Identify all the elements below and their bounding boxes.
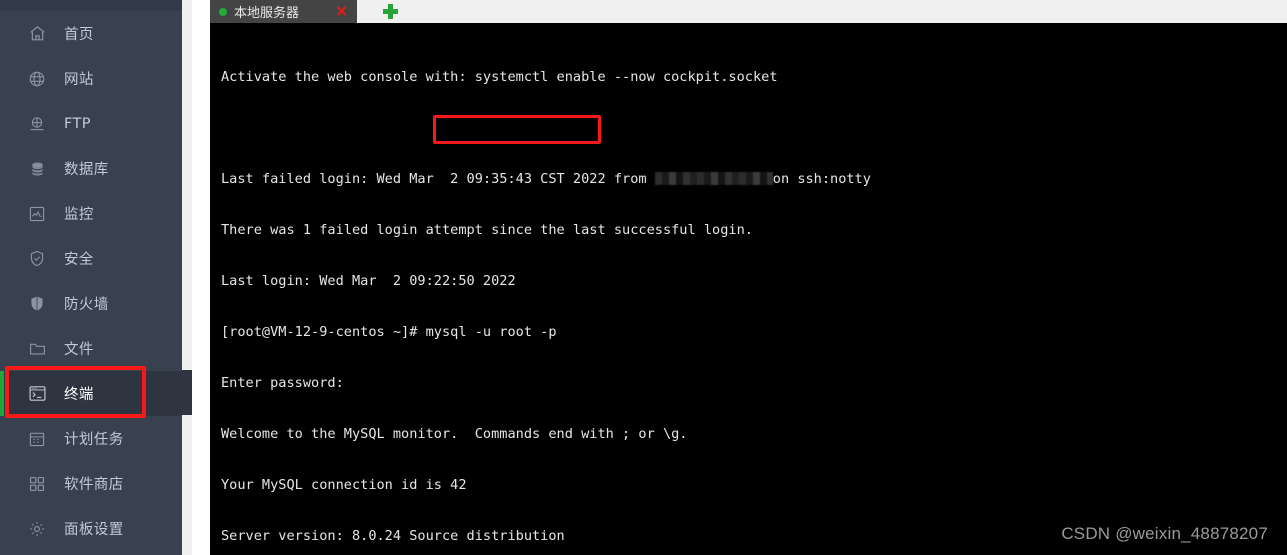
sidebar-item-ftp[interactable]: FTP — [0, 101, 182, 146]
sidebar-item-label: 安全 — [64, 252, 94, 268]
content-gutter-inner — [192, 0, 210, 555]
terminal-line: Enter password: — [221, 375, 344, 391]
terminal-line: Welcome to the MySQL monitor. Commands e… — [221, 426, 688, 442]
terminal-tab-label: 本地服务器 — [234, 6, 300, 21]
sidebar-item-label: 首页 — [64, 27, 94, 43]
sidebar-item-panel-settings[interactable]: 面板设置 — [0, 506, 182, 551]
sidebar-item-label: 终端 — [64, 387, 94, 403]
monitor-icon — [27, 204, 47, 224]
sidebar-item-label: 计划任务 — [64, 432, 124, 448]
close-icon[interactable]: ✕ — [335, 4, 348, 19]
terminal-line: There was 1 failed login attempt since t… — [221, 222, 753, 238]
watermark: CSDN @weixin_48878207 — [1061, 524, 1268, 543]
firewall-shield-icon — [27, 294, 47, 314]
terminal-panel: 本地服务器 ✕ Activate the web console with: s… — [210, 0, 1287, 555]
sidebar-top-strip — [0, 0, 182, 11]
app-root: 首页 网站 FTP 数据库 监控 安全 防火墙 文件 终端 计划任务 软件商店 … — [0, 0, 1287, 555]
sidebar-item-database[interactable]: 数据库 — [0, 146, 182, 191]
folder-icon — [27, 339, 47, 359]
terminal-line-command: [root@VM-12-9-centos ~]# mysql -u root -… — [221, 324, 557, 340]
terminal-line: Your MySQL connection id is 42 — [221, 477, 467, 493]
redacted-ip-mosaic — [654, 172, 773, 185]
terminal-text: Last failed login: Wed Mar 2 09:35:43 CS… — [221, 171, 655, 187]
terminal-text: on ssh:notty — [772, 171, 871, 187]
terminal-tab-bar: 本地服务器 ✕ — [210, 0, 1287, 23]
sidebar: 首页 网站 FTP 数据库 监控 安全 防火墙 文件 终端 计划任务 软件商店 … — [0, 0, 182, 555]
terminal-tab-local-server[interactable]: 本地服务器 ✕ — [210, 0, 357, 23]
terminal-lines: Activate the web console with: systemctl… — [221, 35, 871, 555]
sidebar-item-monitor[interactable]: 监控 — [0, 191, 182, 236]
sidebar-item-label: 监控 — [64, 207, 94, 223]
sidebar-active-extension — [182, 370, 192, 415]
terminal-line: Server version: 8.0.24 Source distributi… — [221, 528, 565, 544]
sidebar-item-label: 防火墙 — [64, 297, 109, 313]
sidebar-item-home[interactable]: 首页 — [0, 11, 182, 56]
terminal-output-area[interactable]: Activate the web console with: systemctl… — [210, 23, 1287, 555]
terminal-line: Activate the web console with: systemctl… — [221, 69, 778, 85]
calendar-icon — [27, 429, 47, 449]
sidebar-item-label: 面板设置 — [64, 522, 124, 538]
gear-icon — [27, 519, 47, 539]
grid-apps-icon — [27, 474, 47, 494]
sidebar-item-website[interactable]: 网站 — [0, 56, 182, 101]
shield-check-icon — [27, 249, 47, 269]
sidebar-item-terminal[interactable]: 终端 — [0, 371, 182, 416]
sidebar-item-label: 文件 — [64, 342, 94, 358]
sidebar-item-firewall[interactable]: 防火墙 — [0, 281, 182, 326]
sidebar-item-files[interactable]: 文件 — [0, 326, 182, 371]
terminal-line: Last login: Wed Mar 2 09:22:50 2022 — [221, 273, 516, 289]
home-icon — [27, 24, 47, 44]
sidebar-item-label: 网站 — [64, 72, 94, 88]
sidebar-nav-list: 首页 网站 FTP 数据库 监控 安全 防火墙 文件 终端 计划任务 软件商店 … — [0, 11, 182, 551]
plus-icon — [387, 4, 393, 19]
globe-icon — [27, 69, 47, 89]
sidebar-item-label: FTP — [64, 115, 91, 132]
sidebar-item-label: 数据库 — [64, 162, 109, 178]
database-icon — [27, 159, 47, 179]
sidebar-item-app-store[interactable]: 软件商店 — [0, 461, 182, 506]
sidebar-item-label: 软件商店 — [64, 477, 124, 493]
ftp-icon — [27, 114, 47, 134]
status-dot-icon — [219, 7, 227, 16]
sidebar-item-cron[interactable]: 计划任务 — [0, 416, 182, 461]
sidebar-item-security[interactable]: 安全 — [0, 236, 182, 281]
add-tab-button[interactable] — [374, 0, 406, 23]
terminal-line-redacted-login: Last failed login: Wed Mar 2 09:35:43 CS… — [221, 171, 871, 188]
terminal-icon — [27, 384, 47, 404]
